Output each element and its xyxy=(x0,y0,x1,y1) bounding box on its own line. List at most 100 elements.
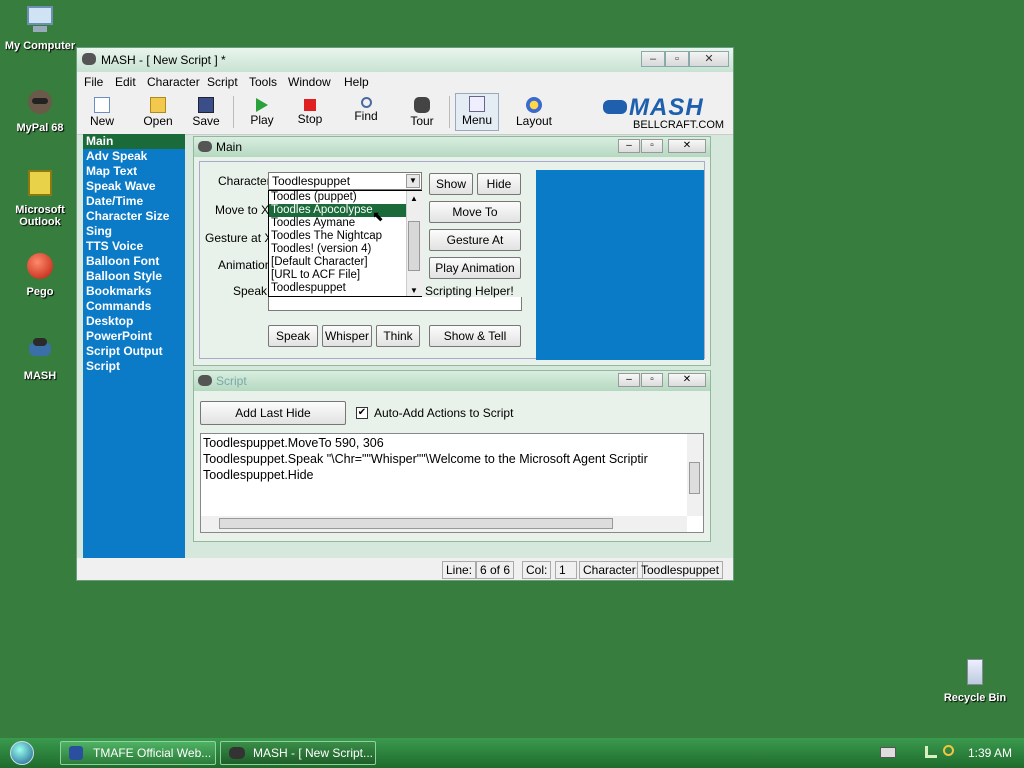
taskbar-item-tmafe[interactable]: TMAFE Official Web... xyxy=(60,741,216,765)
taskbar-item-mash[interactable]: MASH - [ New Script... xyxy=(220,741,376,765)
logo-text: MASH xyxy=(629,94,704,121)
sidebar-item-balloon-font[interactable]: Balloon Font xyxy=(83,254,185,269)
panel-minimize-button[interactable]: – xyxy=(618,139,640,153)
menu-edit[interactable]: Edit xyxy=(115,75,136,89)
panel-minimize-button[interactable]: – xyxy=(618,373,640,387)
dropdown-option[interactable]: Toodles The Nightcap xyxy=(269,230,421,243)
dropdown-option[interactable]: Toodles Aymane xyxy=(269,217,421,230)
sidebar-item-adv-speak[interactable]: Adv Speak xyxy=(83,149,185,164)
keyboard-icon[interactable] xyxy=(880,747,896,758)
stop-button[interactable]: Stop xyxy=(288,95,332,131)
toolbar-label: Save xyxy=(192,114,220,128)
start-button[interactable] xyxy=(4,738,44,768)
sidebar-item-map-text[interactable]: Map Text xyxy=(83,164,185,179)
desktop-icon-mash[interactable]: MASH xyxy=(0,334,80,382)
speak-button[interactable]: Speak xyxy=(268,325,318,347)
menu-bar: File Edit Character Script Tools Window … xyxy=(77,72,733,92)
maximize-button[interactable]: ▫ xyxy=(665,51,689,67)
main-panel-titlebar[interactable]: Main – ▫ ✕ xyxy=(194,137,710,157)
mash-icon xyxy=(229,747,245,759)
dropdown-scrollbar[interactable]: ▲ ▼ xyxy=(406,191,424,296)
sidebar-item-tts-voice[interactable]: TTS Voice xyxy=(83,239,185,254)
menu-window[interactable]: Window xyxy=(288,75,331,89)
panel-maximize-button[interactable]: ▫ xyxy=(641,139,663,153)
dropdown-option[interactable]: [URL to ACF File] xyxy=(269,269,421,282)
search-icon[interactable] xyxy=(943,745,954,756)
menu-script[interactable]: Script xyxy=(207,75,238,89)
play-animation-button[interactable]: Play Animation xyxy=(429,257,521,279)
menu-icon xyxy=(469,96,485,112)
sidebar-item-commands[interactable]: Commands xyxy=(83,299,185,314)
sidebar-item-speak-wave[interactable]: Speak Wave xyxy=(83,179,185,194)
dropdown-option-highlighted[interactable]: Toodles Apocolypse xyxy=(269,204,421,217)
scroll-thumb[interactable] xyxy=(408,221,420,271)
dropdown-option[interactable]: [Default Character] xyxy=(269,256,421,269)
clock[interactable]: 1:39 AM xyxy=(968,746,1012,760)
sidebar-item-desktop[interactable]: Desktop xyxy=(83,314,185,329)
desktop-icon-outlook[interactable]: Microsoft Outlook xyxy=(0,168,80,228)
auto-add-label: Auto-Add Actions to Script xyxy=(374,406,514,420)
window-titlebar[interactable]: MASH - [ New Script ] * – ▫ ✕ xyxy=(77,48,733,72)
script-panel-titlebar[interactable]: Script – ▫ ✕ xyxy=(194,371,710,391)
layout-icon xyxy=(526,97,542,113)
move-to-button[interactable]: Move To xyxy=(429,201,521,223)
dropdown-option[interactable]: Toodlespuppet xyxy=(269,282,421,295)
tour-button[interactable]: Tour xyxy=(400,95,444,131)
sidebar-item-character-size[interactable]: Character Size xyxy=(83,209,185,224)
close-button[interactable]: ✕ xyxy=(689,51,729,67)
desktop-icon-mypal[interactable]: MyPal 68 xyxy=(0,86,80,134)
new-button[interactable]: New xyxy=(80,95,124,131)
menu-toggle-button[interactable]: Menu xyxy=(455,93,499,131)
sidebar-item-balloon-style[interactable]: Balloon Style xyxy=(83,269,185,284)
sidebar-item-script[interactable]: Script xyxy=(83,359,185,374)
menu-tools[interactable]: Tools xyxy=(249,75,277,89)
desktop-icon-label: Microsoft Outlook xyxy=(15,204,65,228)
menu-character[interactable]: Character xyxy=(147,75,200,89)
network-icon[interactable] xyxy=(925,746,937,758)
layout-button[interactable]: Layout xyxy=(512,95,556,131)
magnifier-icon xyxy=(360,97,372,108)
sidebar-item-bookmarks[interactable]: Bookmarks xyxy=(83,284,185,299)
scroll-thumb[interactable] xyxy=(219,518,613,529)
whisper-button[interactable]: Whisper xyxy=(322,325,372,347)
panel-maximize-button[interactable]: ▫ xyxy=(641,373,663,387)
scroll-thumb[interactable] xyxy=(689,462,700,494)
computer-icon xyxy=(24,4,56,36)
status-character-label: Character: xyxy=(579,561,644,579)
add-last-hide-button[interactable]: Add Last Hide xyxy=(200,401,346,425)
sidebar-item-main[interactable]: Main xyxy=(83,134,185,149)
hide-button[interactable]: Hide xyxy=(477,173,521,195)
show-and-tell-button[interactable]: Show & Tell xyxy=(429,325,521,347)
sidebar-item-date-time[interactable]: Date/Time xyxy=(83,194,185,209)
sidebar-item-script-output[interactable]: Script Output xyxy=(83,344,185,359)
scroll-up-icon[interactable]: ▲ xyxy=(410,192,418,205)
play-button[interactable]: Play xyxy=(240,95,284,131)
think-button[interactable]: Think xyxy=(376,325,420,347)
panel-close-button[interactable]: ✕ xyxy=(668,139,706,153)
script-editor[interactable]: Toodlespuppet.MoveTo 590, 306 Toodlespup… xyxy=(200,433,704,533)
desktop-icon-my-computer[interactable]: My Computer xyxy=(0,4,80,52)
show-button[interactable]: Show xyxy=(429,173,473,195)
open-button[interactable]: Open xyxy=(136,95,180,131)
scroll-down-icon[interactable]: ▼ xyxy=(410,284,418,297)
speak-textarea[interactable] xyxy=(268,297,522,311)
dropdown-option[interactable]: Toodles! (version 4) xyxy=(269,243,421,256)
chevron-down-icon[interactable]: ▼ xyxy=(406,174,420,188)
find-button[interactable]: Find xyxy=(344,95,388,131)
gesture-at-button[interactable]: Gesture At xyxy=(429,229,521,251)
dropdown-option[interactable]: Toodles (puppet) xyxy=(269,191,421,204)
menu-help[interactable]: Help xyxy=(344,75,369,89)
character-preview-area xyxy=(536,170,704,360)
sidebar-item-sing[interactable]: Sing xyxy=(83,224,185,239)
desktop-icon-pego[interactable]: Pego xyxy=(0,250,80,298)
menu-file[interactable]: File xyxy=(84,75,103,89)
minimize-button[interactable]: – xyxy=(641,51,665,67)
auto-add-checkbox[interactable]: ✔ xyxy=(356,407,368,419)
vertical-scrollbar[interactable] xyxy=(687,434,703,516)
horizontal-scrollbar[interactable] xyxy=(201,516,687,532)
desktop-icon-recycle-bin[interactable]: Recycle Bin xyxy=(935,656,1015,704)
character-select[interactable]: Toodlespuppet ▼ xyxy=(268,172,422,190)
save-button[interactable]: Save xyxy=(184,95,228,131)
sidebar-item-powerpoint[interactable]: PowerPoint xyxy=(83,329,185,344)
panel-close-button[interactable]: ✕ xyxy=(668,373,706,387)
